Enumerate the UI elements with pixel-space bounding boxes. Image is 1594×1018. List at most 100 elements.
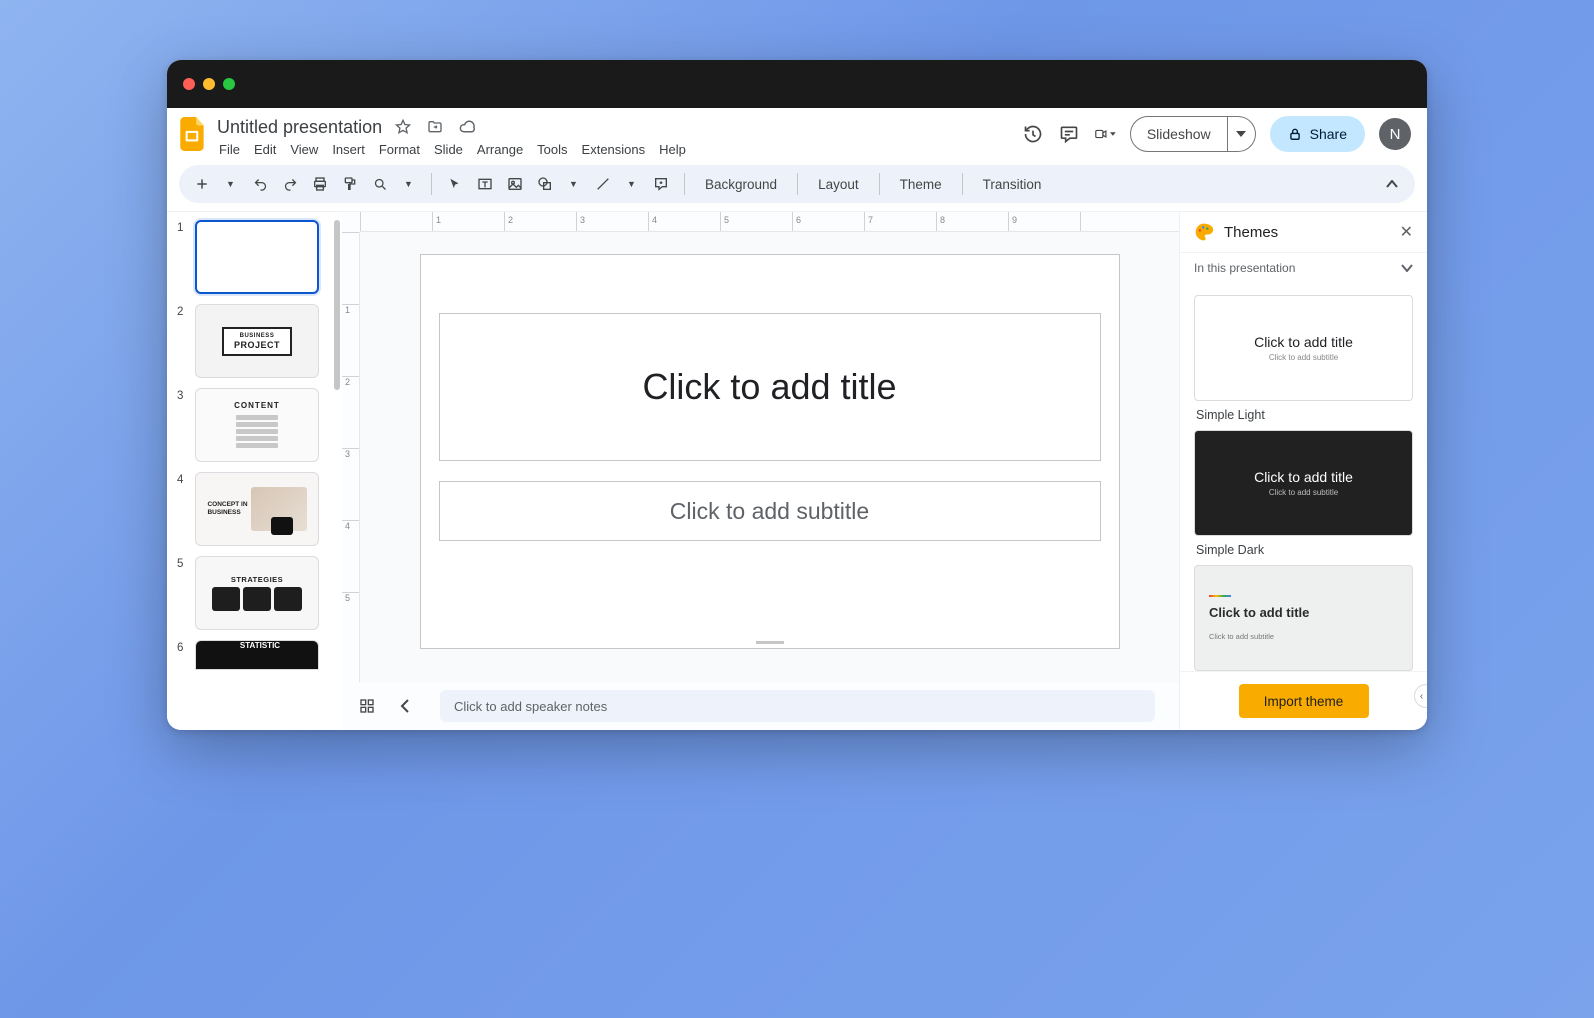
redo-button[interactable] — [277, 170, 303, 198]
slide-thumbnail-1[interactable] — [195, 220, 319, 294]
line-dropdown[interactable]: ▼ — [618, 170, 644, 198]
menu-file[interactable]: File — [219, 142, 240, 157]
thumb-number: 2 — [177, 304, 189, 378]
zoom-button[interactable] — [367, 170, 393, 198]
thumb2-small: BUSINESS — [234, 333, 280, 339]
theme-card-title: Click to add title — [1254, 469, 1353, 485]
print-button[interactable] — [307, 170, 333, 198]
menu-extensions[interactable]: Extensions — [582, 142, 646, 157]
window-minimize-dot[interactable] — [203, 78, 215, 90]
new-slide-dropdown[interactable]: ▼ — [217, 170, 243, 198]
star-icon[interactable] — [392, 116, 414, 138]
slide-thumbnail-5[interactable]: STRATEGIES — [195, 556, 319, 630]
zoom-dropdown[interactable]: ▼ — [395, 170, 421, 198]
thumb2-big: PROJECT — [234, 340, 280, 350]
comment-tool[interactable] — [648, 170, 674, 198]
menubar: File Edit View Insert Format Slide Arran… — [217, 140, 686, 163]
vertical-ruler: 12345 — [342, 232, 360, 682]
theme-button[interactable]: Theme — [890, 177, 952, 192]
theme-name: Simple Dark — [1196, 543, 1411, 557]
thumb4-l1: CONCEPT IN — [207, 501, 247, 509]
app-window: Untitled presentation File Edit View Ins… — [167, 60, 1427, 730]
subtitle-placeholder[interactable]: Click to add subtitle — [439, 481, 1101, 541]
line-tool[interactable] — [590, 170, 616, 198]
canvas-area: 12345 Click to add title Click to add su… — [342, 212, 1179, 730]
themes-section-label: In this presentation — [1194, 261, 1295, 275]
select-tool[interactable] — [442, 170, 468, 198]
title-placeholder-text: Click to add title — [642, 366, 896, 408]
thumb-number: 1 — [177, 220, 189, 294]
new-slide-button[interactable] — [189, 170, 215, 198]
collapse-toolbar-icon[interactable] — [1379, 170, 1405, 198]
theme-card-sub: Click to add subtitle — [1209, 632, 1274, 641]
title-placeholder[interactable]: Click to add title — [439, 313, 1101, 461]
section-chevron-icon[interactable] — [1401, 264, 1413, 272]
import-theme-button[interactable]: Import theme — [1239, 684, 1369, 718]
transition-button[interactable]: Transition — [973, 177, 1052, 192]
comments-icon[interactable] — [1058, 123, 1080, 145]
thumb-number: 4 — [177, 472, 189, 546]
document-title[interactable]: Untitled presentation — [217, 117, 382, 138]
theme-card-streamline[interactable]: Click to add title Click to add subtitle — [1194, 565, 1413, 671]
shape-tool[interactable] — [532, 170, 558, 198]
cloud-status-icon[interactable] — [456, 116, 478, 138]
slide-thumbnail-6[interactable]: STATISTIC — [195, 640, 319, 670]
move-to-folder-icon[interactable] — [424, 116, 446, 138]
notes-resize-handle[interactable] — [756, 641, 784, 644]
share-label: Share — [1310, 126, 1347, 142]
share-button[interactable]: Share — [1270, 116, 1365, 152]
workspace: 1 2 BUSINESSPROJECT 3 CONTENT 4 CONCEPT … — [167, 211, 1427, 730]
shape-dropdown[interactable]: ▼ — [560, 170, 586, 198]
subtitle-placeholder-text: Click to add subtitle — [670, 498, 869, 525]
menu-help[interactable]: Help — [659, 142, 686, 157]
paint-format-button[interactable] — [337, 170, 363, 198]
slide-thumbnail-2[interactable]: BUSINESSPROJECT — [195, 304, 319, 378]
accent-bar — [1209, 595, 1231, 597]
menu-edit[interactable]: Edit — [254, 142, 276, 157]
lock-icon — [1288, 127, 1302, 141]
layout-button[interactable]: Layout — [808, 177, 869, 192]
palette-icon — [1194, 222, 1214, 242]
menu-view[interactable]: View — [290, 142, 318, 157]
slide-thumbnail-3[interactable]: CONTENT — [195, 388, 319, 462]
menu-arrange[interactable]: Arrange — [477, 142, 523, 157]
theme-card-sub: Click to add subtitle — [1269, 353, 1338, 362]
slide-canvas[interactable]: Click to add title Click to add subtitle — [420, 254, 1120, 649]
undo-button[interactable] — [247, 170, 273, 198]
meet-icon[interactable] — [1094, 123, 1116, 145]
image-tool[interactable] — [502, 170, 528, 198]
background-button[interactable]: Background — [695, 177, 787, 192]
slideshow-dropdown[interactable] — [1228, 116, 1256, 152]
thumb3-title: CONTENT — [234, 401, 280, 410]
theme-card-sub: Click to add subtitle — [1269, 488, 1338, 497]
menu-format[interactable]: Format — [379, 142, 420, 157]
grid-view-icon[interactable] — [356, 695, 378, 717]
menu-slide[interactable]: Slide — [434, 142, 463, 157]
thumb5-title: STRATEGIES — [231, 575, 283, 584]
thumb-number: 6 — [177, 640, 189, 670]
slides-logo-icon — [179, 116, 207, 152]
menu-insert[interactable]: Insert — [332, 142, 365, 157]
history-icon[interactable] — [1022, 123, 1044, 145]
window-close-dot[interactable] — [183, 78, 195, 90]
theme-card-simple-light[interactable]: Click to add title Click to add subtitle — [1194, 295, 1413, 401]
toolbar: ▼ ▼ ▼ ▼ Background — [179, 165, 1415, 203]
account-avatar[interactable]: N — [1379, 118, 1411, 150]
menu-tools[interactable]: Tools — [537, 142, 567, 157]
theme-card-title: Click to add title — [1254, 334, 1353, 350]
theme-card-simple-dark[interactable]: Click to add title Click to add subtitle — [1194, 430, 1413, 536]
slideshow-button[interactable]: Slideshow — [1130, 116, 1228, 152]
themes-panel-title: Themes — [1224, 224, 1278, 241]
filmstrip-scrollbar[interactable] — [334, 220, 340, 390]
slide-filmstrip: 1 2 BUSINESSPROJECT 3 CONTENT 4 CONCEPT … — [167, 212, 342, 730]
slide-stage[interactable]: Click to add title Click to add subtitle — [360, 232, 1179, 682]
slide-thumbnail-4[interactable]: CONCEPT INBUSINESS — [195, 472, 319, 546]
back-icon[interactable] — [394, 695, 416, 717]
thumb4-l2: BUSINESS — [207, 509, 247, 517]
window-zoom-dot[interactable] — [223, 78, 235, 90]
textbox-tool[interactable] — [472, 170, 498, 198]
theme-card-title: Click to add title — [1209, 605, 1309, 620]
speaker-notes-input[interactable]: Click to add speaker notes — [440, 690, 1155, 722]
close-icon[interactable]: ✕ — [1400, 222, 1413, 242]
speaker-notes-placeholder: Click to add speaker notes — [454, 699, 607, 714]
